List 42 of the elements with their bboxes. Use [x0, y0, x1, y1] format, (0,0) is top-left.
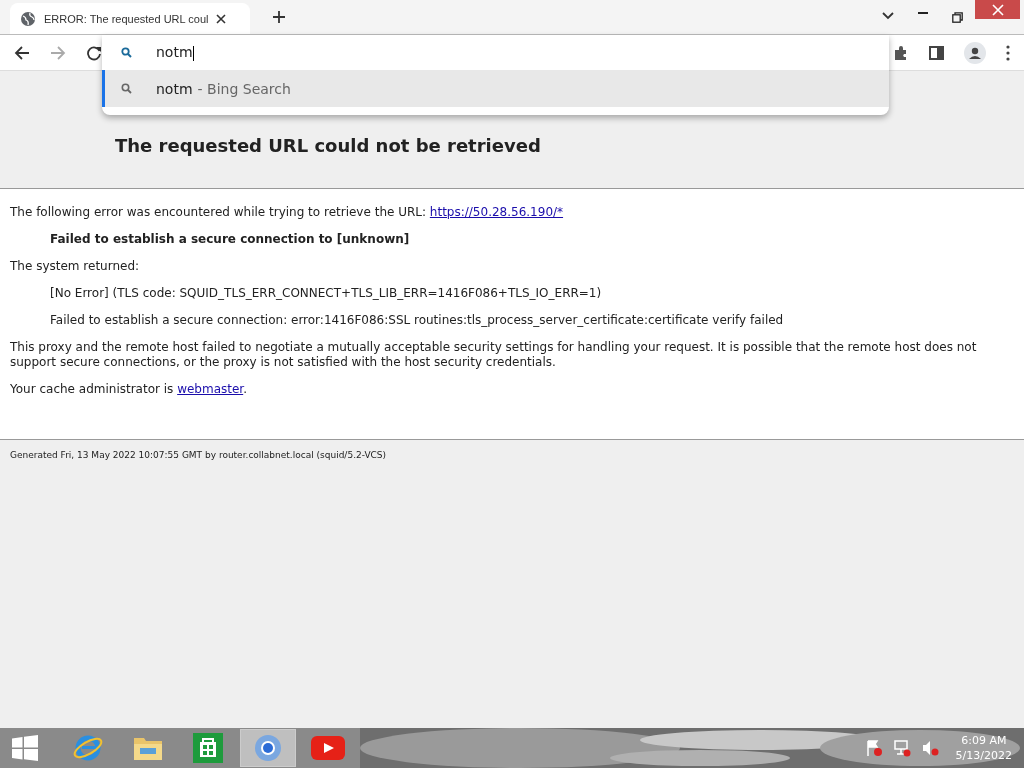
side-panel-icon[interactable]: [929, 45, 944, 60]
suggestion-query: notm: [156, 80, 193, 97]
suggestion-item[interactable]: notm - Bing Search: [102, 70, 889, 107]
returned-label: The system returned:: [10, 259, 141, 274]
network-icon[interactable]: [892, 739, 911, 757]
error-message: Failed to establish a secure connection to [unknown]: [49, 232, 411, 247]
puzzle-icon[interactable]: [893, 44, 909, 61]
error-detail: Failed to establish a secure connection: error:1416F086:SSL routines:tls_process_server_certificate:certificate verify failed: [49, 313, 785, 328]
minimize-icon[interactable]: [918, 12, 928, 15]
close-icon[interactable]: [216, 13, 227, 24]
close-icon: [991, 3, 1004, 16]
reload-icon[interactable]: [86, 44, 102, 61]
browser-circle-icon: [254, 734, 282, 762]
globe-icon: [20, 10, 36, 27]
new-tab-icon[interactable]: [272, 10, 286, 24]
address-field[interactable]: notm: [156, 44, 194, 61]
play-icon: [311, 736, 345, 760]
close-window-button[interactable]: [975, 0, 1020, 19]
suggestion-source: - Bing Search: [197, 80, 291, 97]
admin-text: Your cache administrator is webmaster.: [10, 382, 248, 397]
windows-start-icon[interactable]: [12, 735, 38, 761]
store-icon: [193, 733, 223, 763]
menu-icon[interactable]: [1006, 44, 1010, 61]
flag-icon[interactable]: [864, 739, 883, 757]
url-link[interactable]: https://50.28.56.190/*: [429, 205, 564, 219]
error-subheading: The requested URL could not be retrieved: [115, 135, 542, 156]
error-detail: [No Error] (TLS code: SQUID_TLS_ERR_CONNECT+TLS_LIB_ERR=1416F086+TLS_IO_ERR=1): [49, 286, 603, 301]
webmaster-link[interactable]: webmaster: [177, 382, 244, 396]
footer-text: Generated Fri, 13 May 2022 10:07:55 GMT by router.collabnet.local (squid/5.2-VCS): [10, 450, 387, 460]
browser-e-icon: [72, 733, 104, 763]
speaker-muted-icon[interactable]: [920, 739, 939, 757]
search-icon: [121, 47, 132, 58]
back-icon[interactable]: [14, 44, 30, 61]
browser-tab[interactable]: ERROR: The requested URL coul: [10, 3, 250, 34]
tab-title: ERROR: The requested URL coul: [44, 12, 209, 25]
profile-icon[interactable]: [964, 41, 986, 64]
restore-icon[interactable]: [952, 12, 963, 23]
explanation-text: This proxy and the remote host failed to negotiate a mutually acceptable security settings for handling your request. It is possible that the remote host does not support secure connections, or the proxy is not satisfied with the host security credentials.: [10, 340, 978, 370]
intro-text: The following error was encountered while trying to retrieve the URL: https://50.28.56.190/*: [10, 205, 565, 220]
taskbar-button[interactable]: [240, 729, 296, 767]
chevron-down-icon[interactable]: [882, 12, 894, 20]
search-icon: [121, 83, 132, 94]
